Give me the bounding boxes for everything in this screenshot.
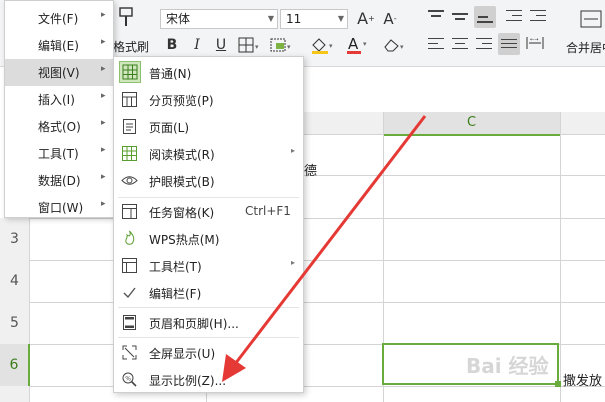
- arrow-head: [222, 354, 246, 382]
- arrow-shaft: [230, 115, 427, 369]
- annotation-arrow: [222, 115, 427, 382]
